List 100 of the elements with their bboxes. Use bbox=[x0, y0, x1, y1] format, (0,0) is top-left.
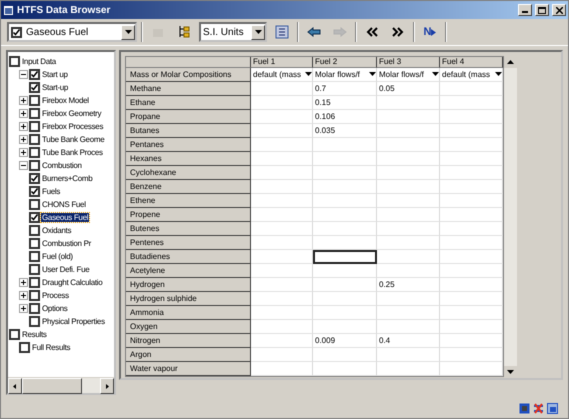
table-cell[interactable] bbox=[251, 348, 313, 362]
tree-checkbox[interactable] bbox=[29, 134, 40, 145]
table-cell[interactable] bbox=[313, 194, 377, 208]
tree-checkbox[interactable] bbox=[9, 56, 20, 67]
table-cell[interactable] bbox=[251, 110, 313, 124]
tree-item[interactable]: User Defi. Fue bbox=[41, 265, 90, 274]
table-cell[interactable] bbox=[377, 96, 440, 110]
close-button[interactable] bbox=[552, 4, 566, 16]
table-cell[interactable] bbox=[440, 278, 503, 292]
table-cell[interactable] bbox=[313, 306, 377, 320]
expand-icon[interactable] bbox=[19, 122, 28, 131]
tree-checkbox[interactable] bbox=[29, 186, 40, 197]
tree-item[interactable]: Oxidants bbox=[41, 226, 72, 235]
table-cell[interactable] bbox=[251, 334, 313, 348]
table-cell[interactable] bbox=[377, 320, 440, 334]
table-cell[interactable]: 0.035 bbox=[313, 124, 377, 138]
page-select[interactable]: Gaseous Fuel bbox=[7, 22, 137, 42]
table-cell[interactable] bbox=[377, 152, 440, 166]
tree-item[interactable]: Gaseous Fuel bbox=[41, 213, 90, 222]
table-cell[interactable] bbox=[251, 96, 313, 110]
tree-checkbox[interactable] bbox=[29, 147, 40, 158]
table-cell[interactable] bbox=[251, 264, 313, 278]
tree-item[interactable]: Combustion Pr bbox=[41, 239, 92, 248]
table-cell[interactable]: 0.7 bbox=[313, 82, 377, 96]
basis-select[interactable]: default (mass bbox=[251, 68, 312, 81]
maximize-button[interactable] bbox=[535, 4, 549, 16]
table-cell[interactable] bbox=[440, 208, 503, 222]
tree-item[interactable]: Start up bbox=[41, 70, 69, 79]
table-cell[interactable] bbox=[251, 250, 313, 264]
table-cell[interactable] bbox=[251, 82, 313, 96]
tree-checkbox[interactable] bbox=[29, 95, 40, 106]
tree-item[interactable]: Physical Properties bbox=[41, 317, 106, 326]
table-cell[interactable] bbox=[251, 320, 313, 334]
tree-item[interactable]: Results bbox=[21, 330, 48, 339]
table-cell[interactable]: 0.009 bbox=[313, 334, 377, 348]
table-cell[interactable] bbox=[377, 166, 440, 180]
table-cell[interactable] bbox=[251, 208, 313, 222]
table-cell[interactable] bbox=[313, 320, 377, 334]
table-cell[interactable] bbox=[313, 348, 377, 362]
horizontal-scrollbar[interactable] bbox=[8, 377, 114, 393]
tree-checkbox[interactable] bbox=[29, 108, 40, 119]
table-cell[interactable] bbox=[440, 96, 503, 110]
tree-item[interactable]: Input Data bbox=[21, 57, 57, 66]
next-button[interactable]: N bbox=[419, 21, 441, 43]
table-cell[interactable] bbox=[440, 194, 503, 208]
tree-item[interactable]: Firebox Model bbox=[41, 96, 90, 105]
table-cell[interactable] bbox=[440, 110, 503, 124]
tree-item[interactable]: Burners+Comb bbox=[41, 174, 94, 183]
table-cell[interactable] bbox=[440, 320, 503, 334]
tree-item[interactable]: Firebox Processes bbox=[41, 122, 104, 131]
tree-checkbox[interactable] bbox=[29, 173, 40, 184]
table-cell[interactable] bbox=[251, 152, 313, 166]
tree-checkbox[interactable] bbox=[29, 251, 40, 262]
collapse-icon[interactable] bbox=[19, 70, 28, 79]
tree-checkbox[interactable] bbox=[29, 160, 40, 171]
table-cell[interactable] bbox=[377, 250, 440, 264]
table-cell[interactable] bbox=[440, 138, 503, 152]
tree-checkbox[interactable] bbox=[29, 264, 40, 275]
table-cell[interactable] bbox=[313, 138, 377, 152]
table-cell[interactable] bbox=[251, 362, 313, 376]
table-cell[interactable] bbox=[440, 264, 503, 278]
window-icon[interactable] bbox=[519, 402, 530, 414]
tree-checkbox[interactable] bbox=[29, 316, 40, 327]
expand-icon[interactable] bbox=[19, 148, 28, 157]
tree-checkbox[interactable] bbox=[29, 290, 40, 301]
table-cell[interactable] bbox=[377, 124, 440, 138]
tree-item[interactable]: CHONS Fuel bbox=[41, 200, 87, 209]
table-cell[interactable] bbox=[377, 236, 440, 250]
table-cell[interactable] bbox=[313, 166, 377, 180]
table-cell[interactable]: 0.05 bbox=[377, 82, 440, 96]
tree-checkbox[interactable] bbox=[19, 342, 30, 353]
table-cell[interactable]: 0.4 bbox=[377, 334, 440, 348]
table-cell[interactable] bbox=[251, 278, 313, 292]
tree-checkbox[interactable] bbox=[29, 225, 40, 236]
table-cell[interactable] bbox=[440, 152, 503, 166]
page-checkbox[interactable] bbox=[11, 26, 22, 38]
tree-checkbox[interactable] bbox=[9, 329, 20, 340]
table-cell[interactable]: 0.15 bbox=[313, 96, 377, 110]
expand-icon[interactable] bbox=[19, 278, 28, 287]
document-icon[interactable] bbox=[547, 402, 558, 414]
table-cell[interactable] bbox=[313, 250, 377, 264]
tree-checkbox[interactable] bbox=[29, 303, 40, 314]
table-cell[interactable] bbox=[440, 236, 503, 250]
table-cell[interactable] bbox=[440, 334, 503, 348]
table-cell[interactable] bbox=[377, 110, 440, 124]
table-cell[interactable] bbox=[251, 180, 313, 194]
table-cell[interactable] bbox=[313, 180, 377, 194]
tree-item[interactable]: Combustion bbox=[41, 161, 83, 170]
table-cell[interactable] bbox=[251, 166, 313, 180]
table-cell[interactable] bbox=[440, 180, 503, 194]
tree-item[interactable]: Fuel (old) bbox=[41, 252, 74, 261]
table-cell[interactable] bbox=[377, 362, 440, 376]
split-icon[interactable] bbox=[533, 402, 544, 414]
table-cell[interactable] bbox=[440, 362, 503, 376]
tree-item[interactable]: Draught Calculatio bbox=[41, 278, 104, 287]
table-cell[interactable] bbox=[377, 264, 440, 278]
tree-item[interactable]: Full Results bbox=[31, 343, 72, 352]
table-cell[interactable] bbox=[313, 292, 377, 306]
table-cell[interactable] bbox=[377, 180, 440, 194]
tree-checkbox[interactable] bbox=[29, 238, 40, 249]
